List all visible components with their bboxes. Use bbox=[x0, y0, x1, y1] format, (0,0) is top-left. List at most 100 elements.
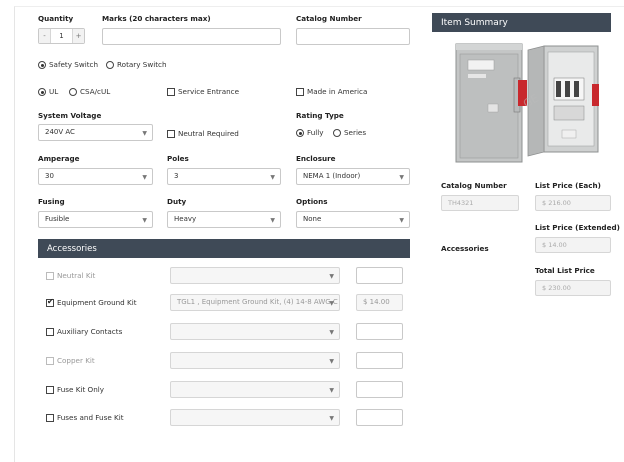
safety-switch-product-image: GE bbox=[455, 43, 599, 163]
chevron-down-icon: ▼ bbox=[329, 358, 334, 365]
series-rated-label: Series bbox=[344, 128, 367, 137]
copper-kit-label: Copper Kit bbox=[57, 356, 95, 365]
quantity-label: Quantity bbox=[38, 14, 74, 23]
neutral-kit-price bbox=[356, 267, 403, 284]
chevron-down-icon: ▼ bbox=[329, 273, 334, 280]
equipment-ground-kit-checkbox[interactable]: ✔ bbox=[46, 297, 54, 307]
safety-switch-radio[interactable] bbox=[38, 61, 46, 69]
chevron-down-icon: ▼ bbox=[142, 130, 147, 137]
chevron-down-icon: ▼ bbox=[270, 174, 275, 181]
poles-select[interactable]: 3 ▼ bbox=[167, 168, 281, 185]
copper-kit-select[interactable]: ▼ bbox=[170, 352, 340, 369]
fuse-kit-only-price bbox=[356, 381, 403, 398]
series-rated-radio[interactable] bbox=[333, 129, 341, 137]
list-price-extended-label: List Price (Extended) bbox=[535, 223, 620, 232]
auxiliary-contacts-checkbox[interactable] bbox=[46, 328, 54, 336]
options-label: Options bbox=[296, 197, 328, 206]
auxiliary-contacts-price bbox=[356, 323, 403, 340]
equipment-ground-kit-price: $ 14.00 bbox=[356, 294, 403, 311]
chevron-down-icon: ▼ bbox=[329, 329, 334, 336]
amperage-value: 30 bbox=[45, 172, 54, 180]
system-voltage-label: System Voltage bbox=[38, 111, 102, 120]
neutral-kit-label: Neutral Kit bbox=[57, 271, 96, 280]
duty-select[interactable]: Heavy ▼ bbox=[167, 211, 281, 228]
options-select[interactable]: None ▼ bbox=[296, 211, 410, 228]
csa-radio[interactable] bbox=[69, 88, 77, 96]
neutral-required-checkbox[interactable] bbox=[167, 130, 175, 138]
made-in-america-label: Made in America bbox=[307, 87, 368, 96]
summary-catalog-value: TH4321 bbox=[441, 195, 519, 211]
quantity-stepper[interactable]: - 1 + bbox=[38, 28, 85, 44]
service-entrance-checkbox[interactable] bbox=[167, 88, 175, 96]
total-list-price-value: $ 230.00 bbox=[535, 280, 611, 296]
item-summary-header: Item Summary bbox=[432, 13, 611, 32]
list-price-each-label: List Price (Each) bbox=[535, 181, 601, 190]
poles-label: Poles bbox=[167, 154, 189, 163]
auxiliary-contacts-label: Auxiliary Contacts bbox=[57, 327, 123, 336]
enclosure-label: Enclosure bbox=[296, 154, 336, 163]
fuses-and-fuse-kit-price bbox=[356, 409, 403, 426]
summary-catalog-label: Catalog Number bbox=[441, 181, 507, 190]
chevron-down-icon: ▼ bbox=[270, 217, 275, 224]
csa-label: CSA/cUL bbox=[80, 87, 111, 96]
auxiliary-contacts-select[interactable]: ▼ bbox=[170, 323, 340, 340]
chevron-down-icon: ▼ bbox=[329, 387, 334, 394]
fully-rated-label: Fully bbox=[307, 128, 324, 137]
chevron-down-icon: ▼ bbox=[329, 415, 334, 422]
duty-label: Duty bbox=[167, 197, 187, 206]
list-price-each-value: $ 216.00 bbox=[535, 195, 611, 211]
copper-kit-price bbox=[356, 352, 403, 369]
quantity-value[interactable]: 1 bbox=[51, 29, 72, 43]
rotary-switch-label: Rotary Switch bbox=[117, 60, 167, 69]
chevron-down-icon: ▼ bbox=[399, 217, 404, 224]
fusing-select[interactable]: Fusible ▼ bbox=[38, 211, 153, 228]
fuse-kit-only-checkbox[interactable] bbox=[46, 386, 54, 394]
checkmark-icon: ✔ bbox=[47, 297, 54, 306]
marks-label: Marks (20 characters max) bbox=[102, 14, 211, 23]
catalog-number-label: Catalog Number bbox=[296, 14, 362, 23]
summary-accessories-label: Accessories bbox=[441, 244, 489, 253]
amperage-select[interactable]: 30 ▼ bbox=[38, 168, 153, 185]
neutral-kit-checkbox[interactable] bbox=[46, 272, 54, 280]
safety-switch-label: Safety Switch bbox=[49, 60, 99, 69]
fuses-and-fuse-kit-select[interactable]: ▼ bbox=[170, 409, 340, 426]
system-voltage-select[interactable]: 240V AC ▼ bbox=[38, 124, 153, 141]
catalog-number-input[interactable] bbox=[296, 28, 410, 45]
system-voltage-value: 240V AC bbox=[45, 128, 75, 136]
enclosure-select[interactable]: NEMA 1 (Indoor) ▼ bbox=[296, 168, 410, 185]
fuse-kit-only-label: Fuse Kit Only bbox=[57, 385, 105, 394]
equipment-ground-kit-select[interactable]: TGL1 , Equipment Ground Kit, (4) 14-8 AW… bbox=[170, 294, 340, 311]
neutral-required-label: Neutral Required bbox=[178, 129, 239, 138]
service-entrance-label: Service Entrance bbox=[178, 87, 240, 96]
chevron-down-icon: ▼ bbox=[142, 174, 147, 181]
chevron-down-icon: ▼ bbox=[142, 217, 147, 224]
poles-value: 3 bbox=[174, 172, 179, 180]
accessories-header: Accessories bbox=[38, 239, 410, 258]
neutral-kit-select[interactable]: ▼ bbox=[170, 267, 340, 284]
amperage-label: Amperage bbox=[38, 154, 80, 163]
copper-kit-checkbox[interactable] bbox=[46, 357, 54, 365]
ul-radio[interactable] bbox=[38, 88, 46, 96]
summary-accessories-value: $ 14.00 bbox=[535, 237, 611, 253]
item-summary-title: Item Summary bbox=[441, 17, 508, 28]
fusing-label: Fusing bbox=[38, 197, 65, 206]
quantity-decrement-button[interactable]: - bbox=[39, 29, 51, 43]
enclosure-value: NEMA 1 (Indoor) bbox=[303, 172, 361, 180]
ul-label: UL bbox=[49, 87, 59, 96]
fuses-and-fuse-kit-checkbox[interactable] bbox=[46, 414, 54, 422]
rotary-switch-radio[interactable] bbox=[106, 61, 114, 69]
chevron-down-icon: ▼ bbox=[399, 174, 404, 181]
fully-rated-radio[interactable] bbox=[296, 129, 304, 137]
rating-type-label: Rating Type bbox=[296, 111, 344, 120]
total-list-price-label: Total List Price bbox=[535, 266, 595, 275]
equipment-ground-kit-label: Equipment Ground Kit bbox=[57, 298, 137, 307]
accessories-title: Accessories bbox=[47, 243, 97, 254]
options-value: None bbox=[303, 215, 322, 223]
fusing-value: Fusible bbox=[45, 215, 70, 223]
marks-input[interactable] bbox=[102, 28, 281, 45]
fuse-kit-only-select[interactable]: ▼ bbox=[170, 381, 340, 398]
quantity-increment-button[interactable]: + bbox=[72, 29, 84, 43]
equipment-ground-kit-select-value: TGL1 , Equipment Ground Kit, (4) 14-8 AW… bbox=[177, 298, 338, 306]
chevron-down-icon: ▼ bbox=[329, 300, 334, 307]
made-in-america-checkbox[interactable] bbox=[296, 88, 304, 96]
